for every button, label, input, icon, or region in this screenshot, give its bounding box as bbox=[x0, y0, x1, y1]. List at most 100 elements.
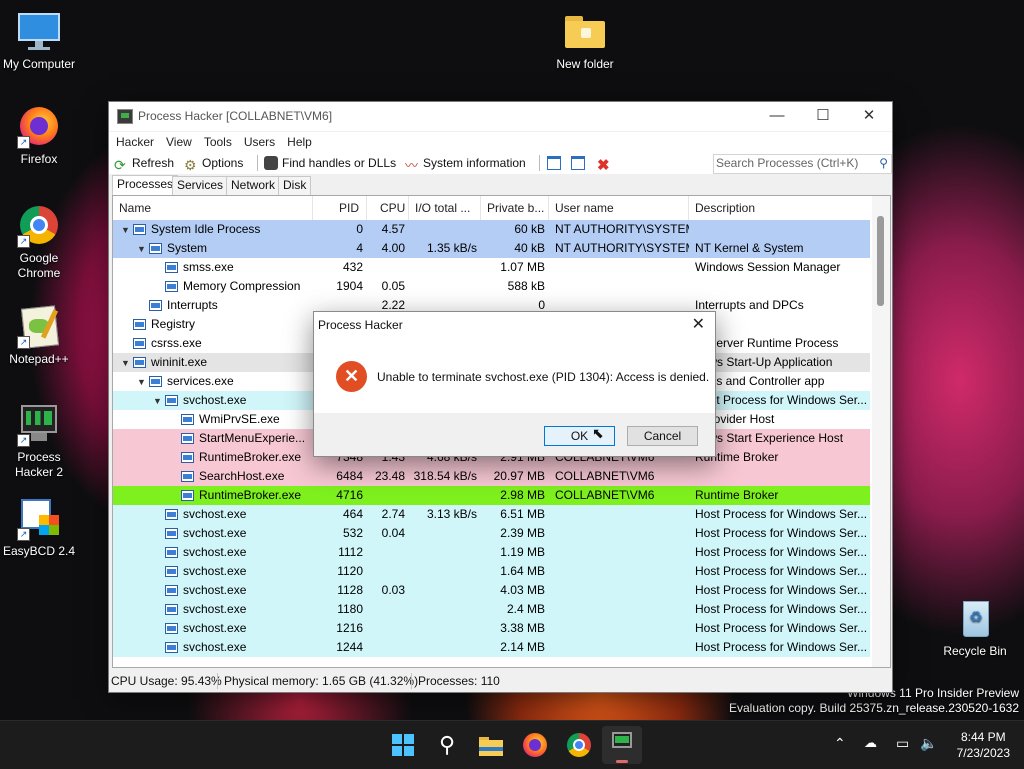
dialog-close-button[interactable]: ✕ bbox=[692, 314, 705, 334]
refresh-button[interactable]: ⟳ Refresh bbox=[114, 154, 174, 172]
cell-user bbox=[555, 505, 689, 524]
table-row[interactable]: svchost.exe 532 0.04 2.39 MB Host Process fo… bbox=[113, 524, 870, 543]
cell-pid: 1904 bbox=[336, 279, 363, 293]
menu-users[interactable]: Users bbox=[237, 132, 280, 149]
taskbar-clock[interactable]: 8:44 PM 7/23/2023 bbox=[957, 729, 1010, 761]
table-row[interactable]: svchost.exe 1180 2.4 MB Host Process for Wi… bbox=[113, 600, 870, 619]
cell-user: NT AUTHORITY\SYSTEM bbox=[555, 241, 689, 255]
process-icon bbox=[133, 338, 146, 349]
firefox-icon[interactable] bbox=[521, 731, 549, 759]
desktop-icon-new-folder[interactable]: New folder bbox=[546, 10, 624, 72]
cancel-button[interactable]: Cancel bbox=[627, 426, 698, 446]
desktop-icon-easybcd[interactable]: ↗ EasyBCD 2.4 bbox=[0, 497, 78, 559]
search-icon[interactable]: ⚲ bbox=[879, 156, 888, 170]
column-cpu[interactable]: CPU bbox=[367, 196, 409, 220]
menu-hacker[interactable]: Hacker bbox=[109, 132, 159, 149]
tab-disk[interactable]: Disk bbox=[278, 176, 312, 195]
menu-tools[interactable]: Tools bbox=[197, 132, 237, 149]
cell-desc: Host Process for Windows Ser... bbox=[695, 583, 867, 597]
scrollbar-thumb[interactable] bbox=[877, 216, 884, 306]
column-pid[interactable]: PID bbox=[313, 196, 367, 220]
process-name-cell: RuntimeBroker.exe bbox=[169, 448, 313, 467]
system-information-button[interactable]: 〰 System information bbox=[405, 154, 526, 173]
cell-user bbox=[555, 600, 689, 619]
process-name: svchost.exe bbox=[183, 393, 247, 407]
search-input[interactable] bbox=[714, 155, 866, 171]
cell-desc: Interrupts and DPCs bbox=[695, 298, 804, 312]
windows-start-icon[interactable] bbox=[389, 731, 417, 759]
find-window-button[interactable] bbox=[571, 154, 589, 172]
volume-icon[interactable]: 🔈 bbox=[920, 735, 937, 752]
tab-network[interactable]: Network bbox=[226, 176, 281, 195]
process-name-cell: ▼ wininit.exe bbox=[121, 353, 313, 372]
process-hacker-taskbar-button[interactable] bbox=[602, 726, 642, 764]
chrome-icon[interactable] bbox=[565, 731, 593, 759]
column-user-name[interactable]: User name bbox=[549, 196, 689, 220]
column-description[interactable]: Description bbox=[689, 196, 870, 220]
close-button[interactable]: ✕ bbox=[846, 102, 892, 131]
options-button[interactable]: ⚙ Options bbox=[184, 154, 243, 172]
chevron-down-icon[interactable]: ▼ bbox=[137, 373, 149, 391]
chevron-down-icon[interactable]: ▼ bbox=[137, 240, 149, 258]
chevron-down-icon[interactable]: ▼ bbox=[153, 392, 165, 410]
windows-watermark-line2: Evaluation copy. Build 25375.zn_release.… bbox=[729, 701, 1019, 715]
window-button[interactable] bbox=[547, 154, 565, 172]
cell-io bbox=[409, 600, 477, 619]
desktop-icon-label: Process Hacker 2 bbox=[14, 450, 64, 479]
table-row[interactable]: SearchHost.exe 6484 23.48 318.54 kB/s 20.97 … bbox=[113, 467, 870, 486]
table-row[interactable]: svchost.exe 464 2.74 3.13 kB/s 6.51 MB Host P… bbox=[113, 505, 870, 524]
table-row[interactable]: ▼ System 4 4.00 1.35 kB/s 40 kB NT AUTHORITY\S… bbox=[113, 239, 870, 258]
menu-view[interactable]: View bbox=[159, 132, 197, 149]
table-row[interactable]: Memory Compression 1904 0.05 588 kB bbox=[113, 277, 870, 296]
process-name-cell: svchost.exe bbox=[153, 581, 313, 600]
desktop-icon-notepadpp[interactable]: ↗ Notepad++ bbox=[0, 305, 78, 367]
chevron-down-icon[interactable]: ▼ bbox=[121, 221, 133, 239]
cell-desc: Runtime Broker bbox=[695, 450, 779, 464]
table-row[interactable]: svchost.exe 1216 3.38 MB Host Process for W… bbox=[113, 619, 870, 638]
cell-pid: 1120 bbox=[337, 564, 363, 578]
table-row[interactable]: svchost.exe 1244 2.14 MB Host Process for W… bbox=[113, 638, 870, 657]
desktop-icon-my-computer[interactable]: My Computer bbox=[0, 10, 78, 72]
search-icon[interactable]: ⚲ bbox=[433, 731, 461, 759]
network-offline-icon[interactable]: ☁ bbox=[864, 735, 877, 751]
vertical-scrollbar[interactable] bbox=[872, 196, 890, 667]
minimize-button[interactable]: — bbox=[754, 102, 800, 131]
display-icon[interactable]: ▭ bbox=[896, 735, 909, 752]
desktop-icon-process-hacker-2[interactable]: ↗ Process Hacker 2 bbox=[0, 403, 78, 480]
table-row[interactable]: smss.exe 432 1.07 MB Windows Session Manage… bbox=[113, 258, 870, 277]
desktop-icon-google-chrome[interactable]: ↗ Google Chrome bbox=[0, 204, 78, 281]
shortcut-arrow-icon: ↗ bbox=[17, 336, 30, 349]
tab-processes[interactable]: Processes bbox=[112, 175, 179, 196]
search-box: ⚲ bbox=[713, 154, 892, 174]
refresh-icon: ⟳ bbox=[114, 157, 126, 173]
desktop-icon-firefox[interactable]: ↗ Firefox bbox=[0, 105, 78, 167]
table-row[interactable]: ▼ System Idle Process 0 4.57 60 kB NT AUTHORI… bbox=[113, 220, 870, 239]
cell-desc: Host Process for Windows Ser... bbox=[695, 545, 867, 559]
chevron-down-icon[interactable]: ▼ bbox=[121, 354, 133, 372]
tab-services[interactable]: Services bbox=[172, 176, 229, 195]
cell-desc: Host Process for Windows Ser... bbox=[695, 564, 867, 578]
window-titlebar[interactable]: Process Hacker [COLLABNET\VM6] — ☐ ✕ bbox=[109, 102, 892, 131]
process-name: StartMenuExperie... bbox=[199, 431, 306, 445]
table-row[interactable]: svchost.exe 1112 1.19 MB Host Process for W… bbox=[113, 543, 870, 562]
process-icon bbox=[165, 623, 178, 634]
table-row[interactable]: RuntimeBroker.exe 4716 2.98 MB COLLABNET\VM… bbox=[113, 486, 870, 505]
table-row[interactable]: svchost.exe 1128 0.03 4.03 MB Host Process f… bbox=[113, 581, 870, 600]
ok-button[interactable]: OK bbox=[544, 426, 615, 446]
maximize-button[interactable]: ☐ bbox=[800, 102, 846, 131]
file-explorer-icon[interactable] bbox=[477, 731, 505, 759]
cell-desc: Host Process for Windows Ser... bbox=[695, 640, 867, 654]
desktop-icon-recycle-bin[interactable]: ♻ Recycle Bin bbox=[936, 597, 1014, 659]
find-handles-button[interactable]: Find handles or DLLs bbox=[264, 154, 396, 172]
column-io-total[interactable]: I/O total ... bbox=[409, 196, 481, 220]
chevron-up-icon[interactable]: ⌃ bbox=[834, 735, 846, 752]
terminate-button[interactable]: ✖ bbox=[597, 154, 615, 173]
column-name[interactable]: Name bbox=[113, 196, 313, 220]
cell-desc bbox=[695, 315, 867, 334]
cell-user bbox=[555, 562, 689, 581]
table-row[interactable]: svchost.exe 1120 1.64 MB Host Process for W… bbox=[113, 562, 870, 581]
process-icon bbox=[149, 300, 162, 311]
column-private-bytes[interactable]: Private b... bbox=[481, 196, 549, 220]
cell-cpu: 0.05 bbox=[381, 279, 405, 293]
menu-help[interactable]: Help bbox=[280, 132, 317, 149]
